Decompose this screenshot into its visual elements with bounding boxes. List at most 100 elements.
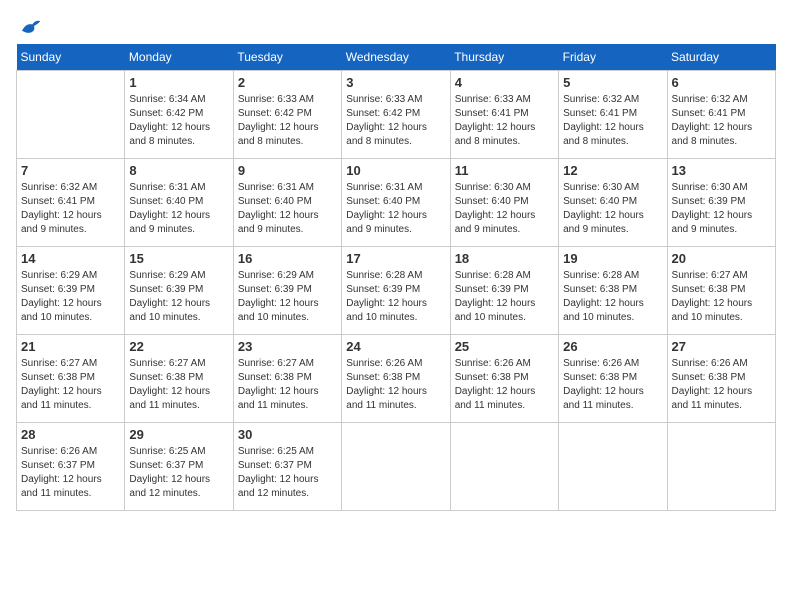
calendar-cell: 13Sunrise: 6:30 AMSunset: 6:39 PMDayligh…: [667, 159, 775, 247]
logo-bird-icon: [18, 16, 42, 36]
day-number: 24: [346, 339, 445, 354]
week-row-1: 1 Sunrise: 6:34 AMSunset: 6:42 PMDaylight…: [17, 71, 776, 159]
day-number: 5: [563, 75, 662, 90]
day-number: 25: [455, 339, 554, 354]
calendar-cell: 17Sunrise: 6:28 AMSunset: 6:39 PMDayligh…: [342, 247, 450, 335]
calendar-cell: 1 Sunrise: 6:34 AMSunset: 6:42 PMDaylight…: [125, 71, 233, 159]
day-info: Sunrise: 6:33 AMSunset: 6:42 PMDaylight:…: [346, 93, 445, 149]
day-info: Sunrise: 6:32 AMSunset: 6:41 PMDaylight:…: [21, 181, 120, 237]
day-info: Sunrise: 6:34 AMSunset: 6:42 PMDaylight:…: [129, 93, 228, 149]
day-info: Sunrise: 6:26 AMSunset: 6:38 PMDaylight:…: [455, 357, 554, 413]
day-info: Sunrise: 6:30 AMSunset: 6:40 PMDaylight:…: [455, 181, 554, 237]
calendar-cell: [450, 423, 558, 511]
calendar-cell: 25 Sunrise: 6:26 AMSunset: 6:38 PMDayligh…: [450, 335, 558, 423]
calendar-cell: 16Sunrise: 6:29 AMSunset: 6:39 PMDayligh…: [233, 247, 341, 335]
day-info: Sunrise: 6:31 AMSunset: 6:40 PMDaylight:…: [129, 181, 228, 237]
calendar-cell: [667, 423, 775, 511]
day-number: 26: [563, 339, 662, 354]
calendar-cell: [559, 423, 667, 511]
calendar-cell: 3 Sunrise: 6:33 AMSunset: 6:42 PMDaylight…: [342, 71, 450, 159]
day-number: 27: [672, 339, 771, 354]
day-number: 4: [455, 75, 554, 90]
day-info: Sunrise: 6:33 AMSunset: 6:41 PMDaylight:…: [455, 93, 554, 149]
calendar-cell: 9Sunrise: 6:31 AMSunset: 6:40 PMDaylight…: [233, 159, 341, 247]
day-number: 11: [455, 163, 554, 178]
day-info: Sunrise: 6:29 AMSunset: 6:39 PMDaylight:…: [238, 269, 337, 325]
day-info: Sunrise: 6:26 AMSunset: 6:37 PMDaylight:…: [21, 445, 120, 501]
day-number: 18: [455, 251, 554, 266]
day-number: 20: [672, 251, 771, 266]
header-day-tuesday: Tuesday: [233, 44, 341, 71]
day-number: 9: [238, 163, 337, 178]
day-info: Sunrise: 6:26 AMSunset: 6:38 PMDaylight:…: [672, 357, 771, 413]
day-info: Sunrise: 6:28 AMSunset: 6:39 PMDaylight:…: [455, 269, 554, 325]
day-info: Sunrise: 6:26 AMSunset: 6:38 PMDaylight:…: [563, 357, 662, 413]
day-info: Sunrise: 6:27 AMSunset: 6:38 PMDaylight:…: [672, 269, 771, 325]
logo: [16, 16, 42, 32]
day-number: 22: [129, 339, 228, 354]
day-info: Sunrise: 6:28 AMSunset: 6:39 PMDaylight:…: [346, 269, 445, 325]
day-number: 8: [129, 163, 228, 178]
calendar-cell: 6 Sunrise: 6:32 AMSunset: 6:41 PMDaylight…: [667, 71, 775, 159]
day-info: Sunrise: 6:33 AMSunset: 6:42 PMDaylight:…: [238, 93, 337, 149]
day-number: 15: [129, 251, 228, 266]
calendar-cell: 30 Sunrise: 6:25 AMSunset: 6:37 PMDayligh…: [233, 423, 341, 511]
day-number: 6: [672, 75, 771, 90]
day-info: Sunrise: 6:29 AMSunset: 6:39 PMDaylight:…: [129, 269, 228, 325]
calendar-cell: 24 Sunrise: 6:26 AMSunset: 6:38 PMDayligh…: [342, 335, 450, 423]
calendar-cell: 23 Sunrise: 6:27 AMSunset: 6:38 PMDayligh…: [233, 335, 341, 423]
calendar-cell: 8 Sunrise: 6:31 AMSunset: 6:40 PMDaylight…: [125, 159, 233, 247]
day-number: 23: [238, 339, 337, 354]
day-number: 2: [238, 75, 337, 90]
calendar-cell: 26 Sunrise: 6:26 AMSunset: 6:38 PMDayligh…: [559, 335, 667, 423]
calendar-cell: [17, 71, 125, 159]
calendar-cell: 19 Sunrise: 6:28 AMSunset: 6:38 PMDayligh…: [559, 247, 667, 335]
calendar-cell: 27 Sunrise: 6:26 AMSunset: 6:38 PMDayligh…: [667, 335, 775, 423]
day-info: Sunrise: 6:26 AMSunset: 6:38 PMDaylight:…: [346, 357, 445, 413]
header-day-friday: Friday: [559, 44, 667, 71]
day-info: Sunrise: 6:32 AMSunset: 6:41 PMDaylight:…: [563, 93, 662, 149]
day-info: Sunrise: 6:32 AMSunset: 6:41 PMDaylight:…: [672, 93, 771, 149]
day-info: Sunrise: 6:27 AMSunset: 6:38 PMDaylight:…: [129, 357, 228, 413]
day-info: Sunrise: 6:29 AMSunset: 6:39 PMDaylight:…: [21, 269, 120, 325]
calendar-cell: 7 Sunrise: 6:32 AMSunset: 6:41 PMDaylight…: [17, 159, 125, 247]
calendar-cell: 18 Sunrise: 6:28 AMSunset: 6:39 PMDayligh…: [450, 247, 558, 335]
header-day-thursday: Thursday: [450, 44, 558, 71]
header-day-saturday: Saturday: [667, 44, 775, 71]
header-day-monday: Monday: [125, 44, 233, 71]
calendar-cell: 4 Sunrise: 6:33 AMSunset: 6:41 PMDaylight…: [450, 71, 558, 159]
day-info: Sunrise: 6:30 AMSunset: 6:39 PMDaylight:…: [672, 181, 771, 237]
calendar-cell: 14Sunrise: 6:29 AMSunset: 6:39 PMDayligh…: [17, 247, 125, 335]
header-day-wednesday: Wednesday: [342, 44, 450, 71]
day-number: 3: [346, 75, 445, 90]
day-number: 21: [21, 339, 120, 354]
calendar-cell: 10 Sunrise: 6:31 AMSunset: 6:40 PMDayligh…: [342, 159, 450, 247]
day-number: 12: [563, 163, 662, 178]
day-info: Sunrise: 6:31 AMSunset: 6:40 PMDaylight:…: [346, 181, 445, 237]
day-number: 28: [21, 427, 120, 442]
day-number: 7: [21, 163, 120, 178]
day-info: Sunrise: 6:25 AMSunset: 6:37 PMDaylight:…: [238, 445, 337, 501]
week-row-2: 7 Sunrise: 6:32 AMSunset: 6:41 PMDaylight…: [17, 159, 776, 247]
calendar-cell: 11 Sunrise: 6:30 AMSunset: 6:40 PMDayligh…: [450, 159, 558, 247]
calendar-cell: 21 Sunrise: 6:27 AMSunset: 6:38 PMDayligh…: [17, 335, 125, 423]
day-number: 10: [346, 163, 445, 178]
calendar-cell: 28 Sunrise: 6:26 AMSunset: 6:37 PMDayligh…: [17, 423, 125, 511]
calendar-cell: [342, 423, 450, 511]
week-row-5: 28 Sunrise: 6:26 AMSunset: 6:37 PMDayligh…: [17, 423, 776, 511]
day-info: Sunrise: 6:27 AMSunset: 6:38 PMDaylight:…: [238, 357, 337, 413]
calendar-cell: 29 Sunrise: 6:25 AMSunset: 6:37 PMDayligh…: [125, 423, 233, 511]
calendar-cell: 2 Sunrise: 6:33 AMSunset: 6:42 PMDaylight…: [233, 71, 341, 159]
calendar-cell: 5 Sunrise: 6:32 AMSunset: 6:41 PMDaylight…: [559, 71, 667, 159]
header-day-sunday: Sunday: [17, 44, 125, 71]
day-info: Sunrise: 6:28 AMSunset: 6:38 PMDaylight:…: [563, 269, 662, 325]
day-number: 19: [563, 251, 662, 266]
calendar-cell: 12 Sunrise: 6:30 AMSunset: 6:40 PMDayligh…: [559, 159, 667, 247]
header: [16, 16, 776, 32]
day-info: Sunrise: 6:25 AMSunset: 6:37 PMDaylight:…: [129, 445, 228, 501]
day-info: Sunrise: 6:27 AMSunset: 6:38 PMDaylight:…: [21, 357, 120, 413]
day-info: Sunrise: 6:30 AMSunset: 6:40 PMDaylight:…: [563, 181, 662, 237]
day-number: 29: [129, 427, 228, 442]
day-number: 1: [129, 75, 228, 90]
day-number: 30: [238, 427, 337, 442]
